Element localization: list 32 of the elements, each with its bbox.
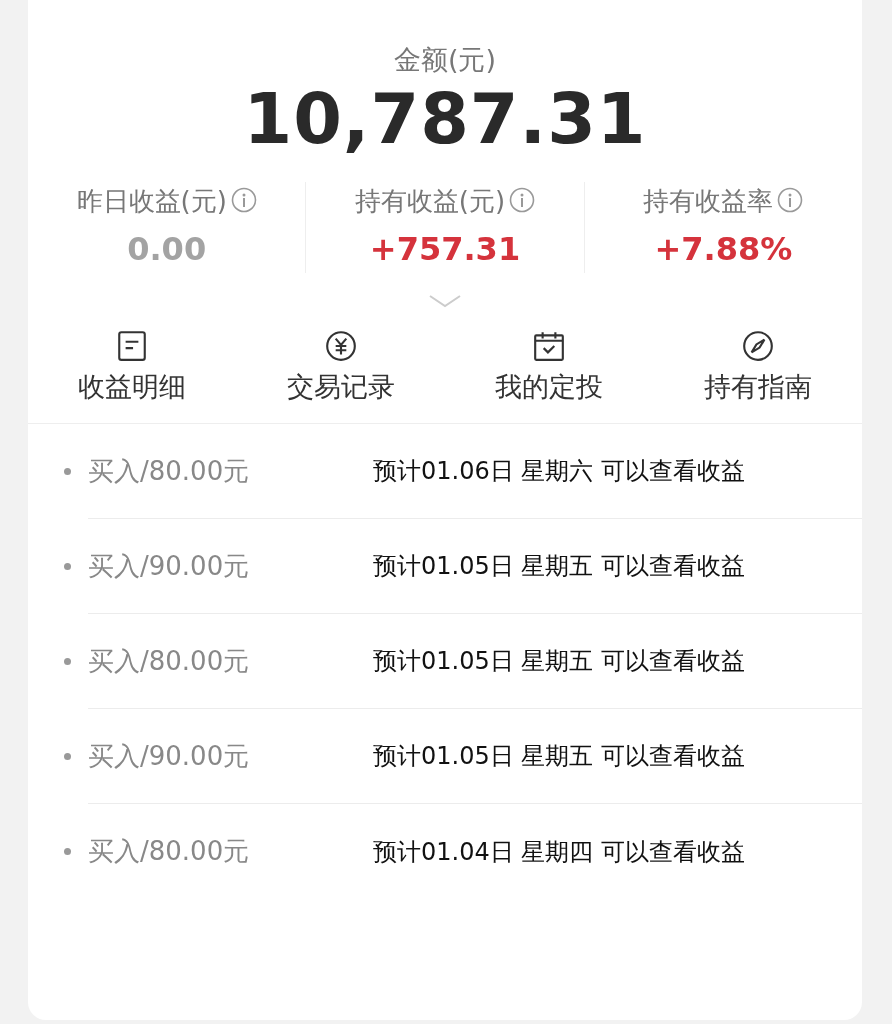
record-action: 买入/90.00元: [88, 739, 251, 773]
record-note: 预计01.05日 星期五 可以查看收益: [373, 741, 745, 772]
record-action: 买入/80.00元: [88, 835, 251, 868]
stat-label: 持有收益(元): [354, 185, 506, 216]
stat-value: 0.00: [127, 229, 207, 268]
bullet-dot: [64, 562, 71, 570]
shortcut-link[interactable]: 交易记录: [286, 370, 395, 402]
shortcut-link[interactable]: 我的定投: [495, 370, 604, 402]
record-note: 预计01.06日 星期六 可以查看收益: [373, 456, 745, 487]
shortcut-link[interactable]: 收益明细: [78, 370, 187, 402]
bullet-dot: [64, 467, 71, 475]
stat-value: +757.31: [369, 229, 521, 268]
info-icon[interactable]: [230, 186, 257, 213]
record-note: 预计01.05日 星期五 可以查看收益: [373, 646, 745, 677]
compass-icon[interactable]: [740, 328, 775, 363]
amount-value: 10,787.31: [243, 77, 647, 160]
record-note: 预计01.05日 星期五 可以查看收益: [373, 551, 745, 582]
info-icon[interactable]: [777, 186, 804, 213]
shortcut-link[interactable]: 持有指南: [703, 370, 812, 402]
bullet-dot: [64, 657, 71, 665]
bullet-dot: [64, 848, 71, 855]
record-action: 买入/80.00元: [88, 644, 251, 678]
amount-label: 金额(元): [392, 43, 498, 77]
record-action: 买入/80.00元: [88, 454, 251, 488]
yuan-icon[interactable]: [323, 328, 358, 363]
stat-label: 持有收益率: [643, 185, 774, 216]
stat-label: 昨日收益(元): [76, 185, 227, 216]
record-note: 预计01.04日 星期四 可以查看收益: [373, 836, 745, 868]
bullet-dot: [64, 752, 71, 760]
record-action: 买入/90.00元: [88, 549, 251, 583]
stat-value: +7.88%: [654, 229, 793, 268]
info-icon[interactable]: [509, 186, 536, 213]
